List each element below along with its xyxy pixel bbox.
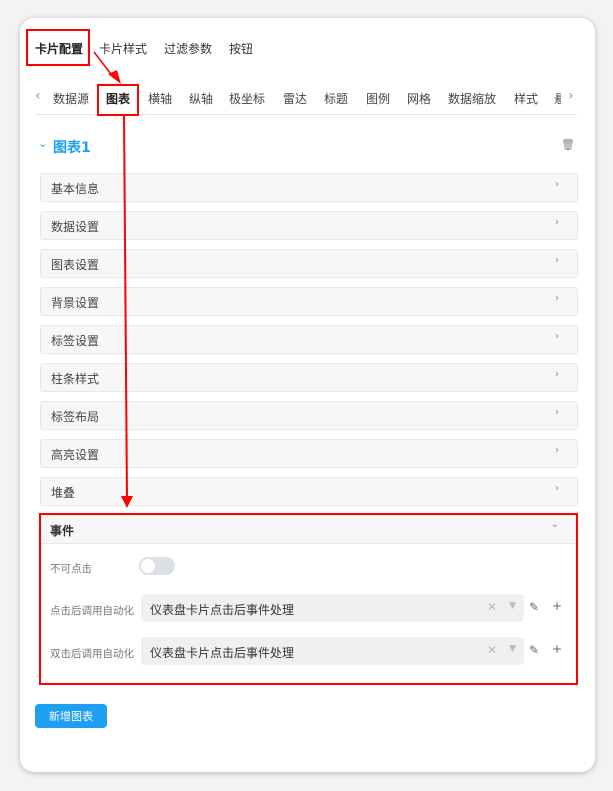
subtab-x-axis[interactable]: 横轴	[148, 90, 172, 107]
chevron-right-icon: ›	[555, 179, 559, 190]
scroll-right-icon[interactable]: ›	[568, 88, 574, 104]
select-value: 仪表盘卡片点击后事件处理	[150, 646, 295, 660]
events-title: 事件	[50, 524, 75, 538]
collapse-chevron-icon[interactable]: ⌄	[38, 137, 47, 150]
tab-card-config[interactable]: 卡片配置	[35, 40, 83, 57]
panel-label-layout[interactable]: 标签布局 ›	[40, 401, 578, 430]
panel-label: 背景设置	[51, 296, 100, 310]
chevron-right-icon: ›	[555, 293, 559, 304]
panel-label: 高亮设置	[51, 448, 100, 462]
subtab-radar[interactable]: 雷达	[283, 90, 307, 107]
chevron-right-icon: ›	[555, 255, 559, 266]
not-clickable-label: 不可点击	[50, 563, 92, 575]
dblclick-automation-select[interactable]: 仪表盘卡片点击后事件处理 ✕ ▼	[141, 637, 524, 665]
panel-data-settings[interactable]: 数据设置 ›	[40, 211, 578, 240]
chevron-right-icon: ›	[555, 369, 559, 380]
subtab-y-axis[interactable]: 纵轴	[189, 90, 213, 107]
subtab-chart[interactable]: 图表	[106, 90, 130, 107]
add-chart-button[interactable]: 新增图表	[35, 704, 107, 728]
edit-icon[interactable]: ✎	[529, 600, 539, 614]
chevron-down-icon: ⌄	[550, 519, 559, 530]
dropdown-arrow-icon[interactable]: ▼	[509, 644, 516, 654]
add-icon[interactable]: +	[552, 599, 562, 613]
panel-label: 标签设置	[51, 334, 100, 348]
panel-chart-settings[interactable]: 图表设置 ›	[40, 249, 578, 278]
panel-label: 柱条样式	[51, 372, 100, 386]
panel-label: 堆叠	[51, 486, 76, 500]
clear-icon[interactable]: ✕	[487, 643, 497, 657]
subtab-style[interactable]: 样式	[514, 90, 538, 107]
subtab-datazoom[interactable]: 数据缩放	[448, 90, 496, 107]
dblclick-automation-label: 双击后调用自动化	[50, 648, 134, 660]
panel-basic-info[interactable]: 基本信息 ›	[40, 173, 578, 202]
subtab-title[interactable]: 标题	[324, 90, 348, 107]
chevron-right-icon: ›	[555, 217, 559, 228]
panel-events: 事件 ⌄ 不可点击 点击后调用自动化 仪表盘卡片点击后事件处理 ✕ ▼ ✎ + …	[40, 515, 578, 685]
chevron-right-icon: ›	[555, 483, 559, 494]
panel-label: 图表设置	[51, 258, 100, 272]
subtab-legend[interactable]: 图例	[366, 90, 390, 107]
subtab-polar[interactable]: 极坐标	[229, 90, 265, 107]
clear-icon[interactable]: ✕	[487, 600, 497, 614]
chevron-right-icon: ›	[555, 445, 559, 456]
dropdown-arrow-icon[interactable]: ▼	[509, 601, 516, 611]
trash-icon[interactable]: 🗑	[561, 138, 575, 151]
events-header[interactable]: 事件 ⌄	[41, 516, 577, 544]
panel-label: 基本信息	[51, 182, 100, 196]
select-value: 仪表盘卡片点击后事件处理	[150, 603, 295, 617]
toggle-knob	[141, 559, 155, 573]
panel-label: 标签布局	[51, 410, 100, 424]
click-automation-select[interactable]: 仪表盘卡片点击后事件处理 ✕ ▼	[141, 594, 524, 622]
panel-label-settings[interactable]: 标签设置 ›	[40, 325, 578, 354]
chart-title: 图表1	[53, 140, 91, 156]
subtab-grid[interactable]: 网格	[407, 90, 431, 107]
tab-card-style[interactable]: 卡片样式	[99, 40, 147, 57]
subtab-datasource[interactable]: 数据源	[53, 90, 89, 107]
tab-filter-params[interactable]: 过滤参数	[164, 40, 212, 57]
sub-tabs: ‹ 数据源 图表 横轴 纵轴 极坐标 雷达 标题 图例 网格 数据缩放 样式 悬…	[35, 86, 577, 115]
add-icon[interactable]: +	[552, 642, 562, 656]
click-automation-label: 点击后调用自动化	[50, 605, 134, 617]
tab-buttons[interactable]: 按钮	[229, 40, 253, 57]
panel-label: 数据设置	[51, 220, 100, 234]
edit-icon[interactable]: ✎	[529, 643, 539, 657]
not-clickable-toggle[interactable]	[139, 557, 175, 575]
panel-bar-style[interactable]: 柱条样式 ›	[40, 363, 578, 392]
chevron-right-icon: ›	[555, 407, 559, 418]
subtab-more[interactable]: 悬	[554, 90, 561, 107]
chevron-right-icon: ›	[555, 331, 559, 342]
scroll-left-icon[interactable]: ‹	[35, 88, 41, 104]
panel-stack[interactable]: 堆叠 ›	[40, 477, 578, 506]
panel-highlight[interactable]: 高亮设置 ›	[40, 439, 578, 468]
panel-background[interactable]: 背景设置 ›	[40, 287, 578, 316]
